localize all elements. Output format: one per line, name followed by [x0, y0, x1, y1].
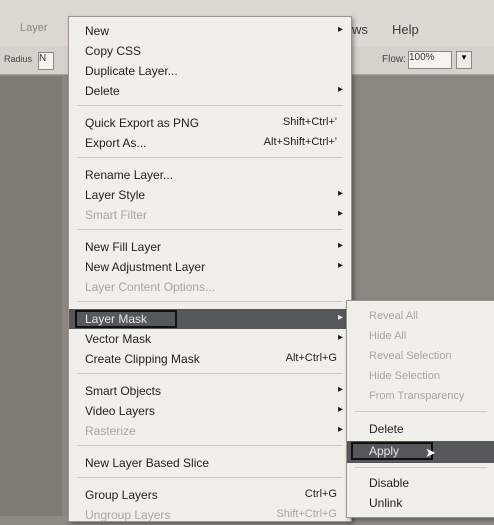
toolbar-left-field[interactable]: N	[38, 52, 54, 70]
submenu-arrow-icon: ▸	[337, 404, 343, 415]
menu-separator	[77, 105, 343, 106]
menu-item-layer-style[interactable]: Layer Style ▸	[69, 185, 351, 205]
menu-item-new-fill-layer[interactable]: New Fill Layer ▸	[69, 237, 351, 257]
menu-item-copy-css[interactable]: Copy CSS	[69, 41, 351, 61]
submenu-item-delete[interactable]: Delete	[347, 419, 494, 439]
submenu-arrow-icon: ▸	[337, 208, 343, 219]
menu-item-quick-export[interactable]: Quick Export as PNG Shift+Ctrl+'	[69, 113, 351, 133]
menu-item-new-adjustment-layer[interactable]: New Adjustment Layer ▸	[69, 257, 351, 277]
menu-tab-layer[interactable]: Layer	[20, 22, 48, 34]
submenu-item-apply[interactable]: Apply ➤	[347, 441, 494, 463]
submenu-item-unlink[interactable]: Unlink	[347, 493, 494, 513]
layer-mask-submenu: Reveal All Hide All Reveal Selection Hid…	[346, 300, 494, 518]
menu-separator	[77, 373, 343, 374]
menu-separator	[77, 157, 343, 158]
menu-tab-help[interactable]: Help	[392, 22, 419, 37]
menu-item-ungroup-layers: Ungroup Layers Shift+Ctrl+G	[85, 508, 337, 522]
menu-item-smart-objects[interactable]: Smart Objects ▸	[69, 381, 351, 401]
menu-item-new-layer-based-slice[interactable]: New Layer Based Slice	[69, 453, 351, 473]
menu-item-new[interactable]: New ▸	[69, 21, 351, 41]
submenu-arrow-icon: ▸	[337, 384, 343, 395]
submenu-arrow-icon: ▸	[337, 332, 343, 343]
flow-field[interactable]: 100%	[408, 51, 452, 69]
menu-item-delete[interactable]: Delete ▸	[69, 81, 351, 101]
menu-item-layer-content-options: Layer Content Options...	[85, 280, 216, 294]
menu-separator	[77, 445, 343, 446]
menu-item-video-layers[interactable]: Video Layers ▸	[69, 401, 351, 421]
menu-separator	[77, 229, 343, 230]
menu-separator	[355, 467, 487, 468]
flow-label: Flow:	[382, 54, 406, 65]
menu-item-create-clipping-mask[interactable]: Create Clipping Mask Alt+Ctrl+G	[69, 349, 351, 369]
mouse-cursor-icon: ➤	[425, 445, 436, 460]
submenu-item-reveal-selection: Reveal Selection	[369, 350, 452, 362]
submenu-arrow-icon: ▸	[337, 424, 343, 435]
menu-item-vector-mask[interactable]: Vector Mask ▸	[69, 329, 351, 349]
submenu-item-disable[interactable]: Disable	[347, 473, 494, 493]
toolbar-left-label: Radius	[4, 54, 33, 64]
submenu-item-from-transparency: From Transparency	[369, 390, 465, 402]
submenu-item-hide-selection: Hide Selection	[369, 370, 440, 382]
menu-separator	[355, 411, 487, 412]
submenu-arrow-icon: ▸	[337, 84, 343, 95]
menu-tab-window-partial[interactable]: ws	[352, 22, 368, 37]
submenu-item-reveal-all: Reveal All	[369, 310, 418, 322]
menu-item-layer-mask[interactable]: Layer Mask ▸	[69, 309, 351, 329]
menu-separator	[77, 477, 343, 478]
submenu-item-hide-all: Hide All	[369, 330, 407, 342]
menu-item-smart-filter: Smart Filter ▸	[85, 208, 343, 222]
menu-item-duplicate-layer[interactable]: Duplicate Layer...	[69, 61, 351, 81]
submenu-arrow-icon: ▸	[337, 260, 343, 271]
submenu-arrow-icon: ▸	[337, 312, 343, 323]
submenu-arrow-icon: ▸	[337, 188, 343, 199]
flow-dropdown-button[interactable]: ▾	[456, 51, 472, 69]
menu-item-rasterize: Rasterize ▸	[85, 424, 343, 438]
submenu-arrow-icon: ▸	[337, 24, 343, 35]
menu-item-rename-layer[interactable]: Rename Layer...	[69, 165, 351, 185]
menu-item-export-as[interactable]: Export As... Alt+Shift+Ctrl+'	[69, 133, 351, 153]
menu-separator	[77, 301, 343, 302]
submenu-arrow-icon: ▸	[337, 240, 343, 251]
menu-item-group-layers[interactable]: Group Layers Ctrl+G	[69, 485, 351, 505]
layer-menu: New ▸ Copy CSS Duplicate Layer... Delete ▸…	[68, 16, 352, 522]
tools-panel	[0, 76, 62, 516]
